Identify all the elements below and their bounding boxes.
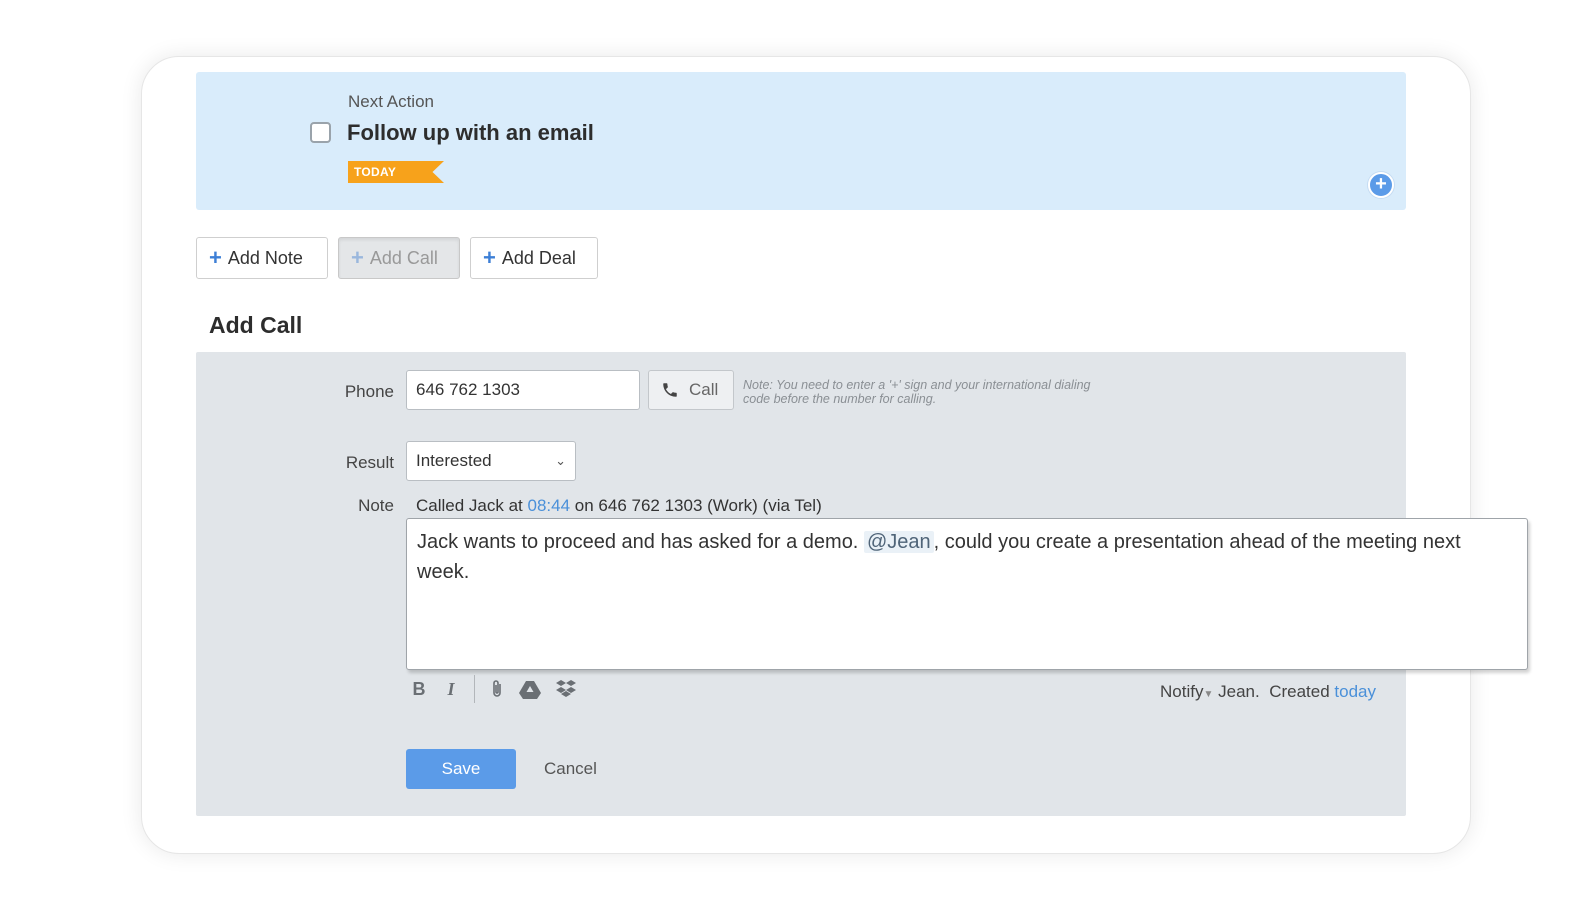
notify-recipient: Jean. xyxy=(1218,682,1260,701)
phone-label: Phone xyxy=(344,382,394,401)
created-date-link[interactable]: today xyxy=(1334,682,1376,701)
note-textarea[interactable]: Jack wants to proceed and has asked for … xyxy=(406,518,1528,670)
google-drive-icon[interactable] xyxy=(519,680,541,699)
bold-icon[interactable]: B xyxy=(410,679,428,700)
note-label: Note xyxy=(358,496,394,515)
call-button[interactable]: Call xyxy=(648,370,734,410)
plus-icon: + xyxy=(209,245,222,270)
section-title: Add Call xyxy=(209,312,303,338)
summary-prefix: Called Jack at xyxy=(416,496,523,515)
phone-input[interactable] xyxy=(406,370,640,410)
italic-icon[interactable]: I xyxy=(442,679,460,700)
call-summary: Called Jack at 08:44 on 646 762 1303 (Wo… xyxy=(416,496,822,516)
save-button[interactable]: Save xyxy=(406,749,516,789)
dialing-hint: Note: You need to enter a '+' sign and y… xyxy=(743,378,1091,406)
add-note-button[interactable]: + Add Note xyxy=(196,237,328,279)
add-action-plus-icon[interactable]: + xyxy=(1368,172,1394,198)
plus-icon: + xyxy=(483,245,496,270)
notify-line: Notify▼ Jean. Created today xyxy=(1160,682,1376,702)
add-deal-label: Add Deal xyxy=(501,247,576,268)
note-text: Jack wants to proceed and has asked for … xyxy=(417,531,859,553)
note-toolbar: B I xyxy=(410,674,577,704)
plus-icon: + xyxy=(351,245,364,270)
today-badge: TODAY xyxy=(348,161,444,183)
caret-down-icon[interactable]: ▼ xyxy=(1204,689,1214,700)
add-call-label: Add Call xyxy=(369,247,438,268)
dropbox-icon[interactable] xyxy=(555,679,577,699)
notify-dropdown[interactable]: Notify xyxy=(1160,682,1203,701)
add-deal-button[interactable]: + Add Deal xyxy=(470,237,598,279)
result-select[interactable]: Interested ⌄ xyxy=(406,441,576,481)
checkbox-icon[interactable] xyxy=(310,122,331,143)
result-label: Result xyxy=(345,453,394,472)
next-action-panel: Next Action Follow up with an email TODA… xyxy=(196,72,1406,210)
mention-tag[interactable]: @Jean xyxy=(863,531,934,553)
add-call-button[interactable]: + Add Call xyxy=(338,237,460,279)
paperclip-icon[interactable] xyxy=(489,679,505,699)
result-value: Interested xyxy=(416,451,492,470)
cancel-button[interactable]: Cancel xyxy=(544,759,597,779)
next-action-label: Next Action xyxy=(348,92,434,111)
phone-icon xyxy=(663,383,677,397)
call-time-link[interactable]: 08:44 xyxy=(528,496,571,515)
chevron-down-icon: ⌄ xyxy=(555,453,566,468)
next-action-title[interactable]: Follow up with an email xyxy=(347,120,594,146)
summary-suffix: on 646 762 1303 (Work) (via Tel) xyxy=(574,496,822,515)
toolbar-divider xyxy=(474,675,475,703)
created-label: Created xyxy=(1269,682,1330,701)
call-button-label: Call xyxy=(689,380,719,399)
add-note-label: Add Note xyxy=(227,247,303,268)
